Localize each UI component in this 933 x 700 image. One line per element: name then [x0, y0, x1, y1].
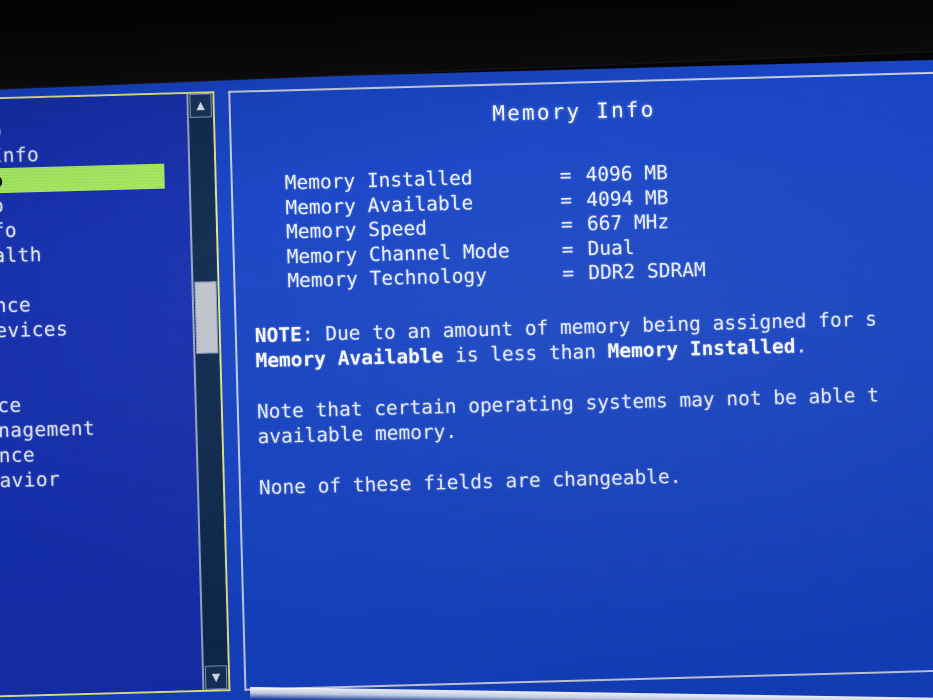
info-equals: = — [561, 237, 574, 261]
info-equals: = — [559, 188, 573, 212]
sidebar-menu: nn Infossor Infoy Infoe Infory Infory He… — [0, 91, 231, 700]
laptop-screen-photo: . MXG071 nn Infossor Infoy Infoe Infory … — [0, 0, 933, 700]
paragraph-os-memory: Note that certain operating systems may … — [257, 377, 933, 448]
note-memory-available: Memory Available — [255, 343, 444, 372]
memory-info-table: Memory Installed = 4096 MB Memory Available… — [284, 151, 933, 294]
info-value: DDR2 SDRAM — [587, 258, 706, 285]
sidebar-item-list: nn Infossor Infoy Infoe Infory Infory He… — [0, 94, 203, 698]
scroll-down-arrow-icon[interactable]: ▼ — [204, 665, 228, 690]
note-memory-installed: Memory Installed — [607, 334, 796, 363]
scroll-up-arrow-icon[interactable]: ▲ — [189, 93, 212, 118]
note-line-2-mid: is less than — [442, 339, 608, 367]
bios-screen: nn Infossor Infoy Infoe Infory Infory He… — [0, 58, 933, 700]
info-value: 667 MHz — [586, 210, 670, 236]
note-block: NOTE: Due to an amount of memory being a… — [255, 301, 933, 499]
paragraph-read-only: None of these fields are changeable. — [259, 453, 933, 499]
info-value: 4096 MB — [585, 161, 669, 187]
bios-setup-utility: nn Infossor Infoy Infoe Infory Infory He… — [0, 59, 933, 700]
info-equals: = — [560, 212, 574, 236]
info-value: Dual — [587, 235, 635, 260]
note-keyword: NOTE — [254, 322, 303, 347]
content-panel: Memory Info Memory Installed = 4096 MB Memo… — [228, 69, 933, 691]
info-value: 4094 MB — [585, 185, 669, 211]
scrollbar-thumb[interactable] — [194, 281, 219, 355]
page-title: Memory Info — [491, 97, 656, 126]
paragraph-read-only-line-1: None of these fields are changeable. — [258, 464, 682, 499]
sidebar-item-16[interactable]: eless — [0, 488, 198, 520]
note-line-2-end: . — [795, 333, 808, 358]
info-equals: = — [559, 163, 572, 187]
info-equals: = — [561, 261, 575, 285]
